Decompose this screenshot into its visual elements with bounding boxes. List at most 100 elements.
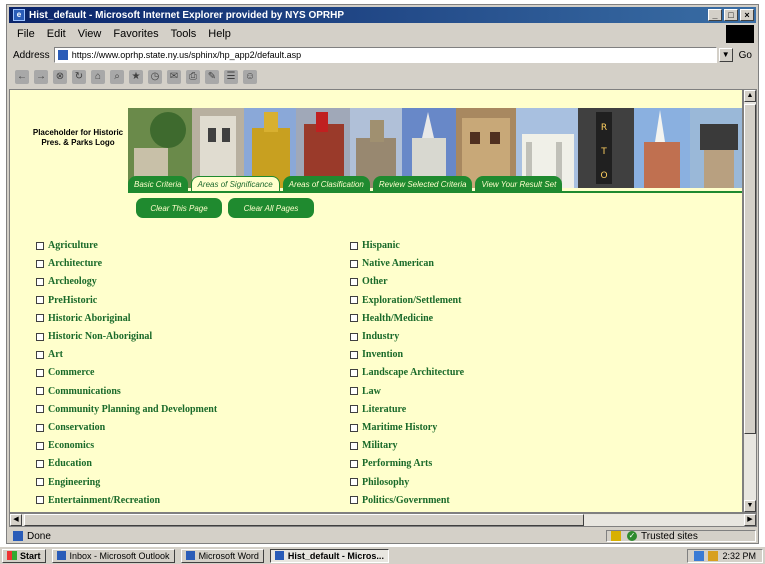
checkbox-item-law[interactable]: Law	[350, 386, 381, 397]
checkbox[interactable]	[350, 259, 358, 268]
taskbar-word[interactable]: Microsoft Word	[180, 548, 264, 563]
checkbox[interactable]	[36, 332, 44, 341]
checkbox[interactable]	[350, 277, 358, 286]
checkbox[interactable]	[36, 478, 44, 487]
checkbox-item-community-planning-and-development[interactable]: Community Planning and Development	[36, 404, 217, 415]
checkbox[interactable]	[36, 496, 44, 505]
favorites-icon[interactable]: ★	[129, 70, 143, 84]
checkbox-item-education[interactable]: Education	[36, 458, 92, 469]
checkbox-item-exploration-settlement[interactable]: Exploration/Settlement	[350, 295, 461, 306]
horizontal-scroll-thumb[interactable]	[24, 514, 584, 526]
menu-file[interactable]: File	[17, 28, 35, 40]
checkbox-item-invention[interactable]: Invention	[350, 349, 403, 360]
vertical-scrollbar[interactable]: ▲ ▼	[743, 89, 757, 513]
horizontal-scrollbar[interactable]: ◀ ▶	[9, 513, 757, 527]
tab-view-result-set[interactable]: View Your Result Set	[475, 176, 563, 192]
checkbox-item-entertainment-recreation[interactable]: Entertainment/Recreation	[36, 495, 160, 506]
checkbox-item-native-american[interactable]: Native American	[350, 258, 434, 269]
checkbox[interactable]	[350, 441, 358, 450]
taskbar-outlook[interactable]: Inbox - Microsoft Outlook	[51, 548, 175, 563]
address-dropdown-button[interactable]: ▼	[718, 48, 733, 62]
stop-icon[interactable]: ⊗	[53, 70, 67, 84]
checkbox[interactable]	[350, 241, 358, 250]
vertical-scroll-thumb[interactable]	[744, 104, 756, 434]
taskbar-ie[interactable]: Hist_default - Micros...	[269, 548, 389, 563]
checkbox-item-agriculture[interactable]: Agriculture	[36, 240, 98, 251]
checkbox[interactable]	[36, 368, 44, 377]
scroll-down-button[interactable]: ▼	[744, 500, 756, 512]
close-button[interactable]: ×	[740, 9, 754, 21]
scroll-up-button[interactable]: ▲	[744, 90, 756, 102]
mail-icon[interactable]: ✉	[167, 70, 181, 84]
checkbox-item-literature[interactable]: Literature	[350, 404, 406, 415]
checkbox-item-landscape-architecture[interactable]: Landscape Architecture	[350, 367, 464, 378]
checkbox[interactable]	[350, 423, 358, 432]
menu-view[interactable]: View	[78, 28, 102, 40]
menu-tools[interactable]: Tools	[171, 28, 197, 40]
checkbox[interactable]	[350, 296, 358, 305]
checkbox-item-politics-government[interactable]: Politics/Government	[350, 495, 450, 506]
tab-areas-of-clasification[interactable]: Areas of Clasification	[282, 176, 370, 192]
history-icon[interactable]: ◷	[148, 70, 162, 84]
checkbox[interactable]	[350, 387, 358, 396]
checkbox-item-hispanic[interactable]: Hispanic	[350, 240, 400, 251]
checkbox[interactable]	[36, 423, 44, 432]
checkbox[interactable]	[36, 350, 44, 359]
checkbox-item-communications[interactable]: Communications	[36, 386, 121, 397]
checkbox-item-conservation[interactable]: Conservation	[36, 422, 105, 433]
checkbox[interactable]	[36, 259, 44, 268]
checkbox[interactable]	[350, 368, 358, 377]
scroll-left-button[interactable]: ◀	[10, 514, 22, 526]
scroll-right-button[interactable]: ▶	[744, 514, 756, 526]
checkbox[interactable]	[350, 459, 358, 468]
search-icon[interactable]: ⌕	[110, 70, 124, 84]
checkbox-item-engineering[interactable]: Engineering	[36, 477, 100, 488]
checkbox[interactable]	[36, 277, 44, 286]
checkbox-item-historic-aboriginal[interactable]: Historic Aboriginal	[36, 313, 131, 324]
tab-areas-of-significance[interactable]: Areas of Significance	[190, 176, 280, 192]
checkbox-item-philosophy[interactable]: Philosophy	[350, 477, 409, 488]
checkbox[interactable]	[36, 405, 44, 414]
checkbox-item-military[interactable]: Military	[350, 440, 398, 451]
checkbox-item-health-medicine[interactable]: Health/Medicine	[350, 313, 433, 324]
checkbox-item-archeology[interactable]: Archeology	[36, 276, 97, 287]
checkbox-item-economics[interactable]: Economics	[36, 440, 94, 451]
clear-page-button[interactable]: Clear This Page	[136, 198, 222, 218]
checkbox[interactable]	[36, 441, 44, 450]
checkbox[interactable]	[350, 405, 358, 414]
forward-icon[interactable]: →	[34, 70, 48, 84]
menu-edit[interactable]: Edit	[47, 28, 66, 40]
checkbox-item-maritime-history[interactable]: Maritime History	[350, 422, 437, 433]
messenger-icon[interactable]: ☺	[243, 70, 257, 84]
start-button[interactable]: Start	[2, 548, 46, 563]
checkbox-item-historic-non-aboriginal[interactable]: Historic Non-Aboriginal	[36, 331, 152, 342]
checkbox[interactable]	[36, 296, 44, 305]
volume-icon[interactable]	[708, 550, 719, 561]
network-icon[interactable]	[694, 550, 705, 561]
checkbox-item-industry[interactable]: Industry	[350, 331, 399, 342]
home-icon[interactable]: ⌂	[91, 70, 105, 84]
print-icon[interactable]: ⎙	[186, 70, 200, 84]
checkbox-item-architecture[interactable]: Architecture	[36, 258, 102, 269]
maximize-button[interactable]: □	[724, 9, 738, 21]
checkbox[interactable]	[350, 478, 358, 487]
clear-all-button[interactable]: Clear All Pages	[228, 198, 314, 218]
checkbox[interactable]	[36, 314, 44, 323]
tab-review-selected-criteria[interactable]: Review Selected Criteria	[372, 176, 473, 192]
checkbox[interactable]	[36, 241, 44, 250]
checkbox[interactable]	[36, 459, 44, 468]
checkbox-item-prehistoric[interactable]: PreHistoric	[36, 295, 97, 306]
checkbox-item-performing-arts[interactable]: Performing Arts	[350, 458, 432, 469]
tab-basic-criteria[interactable]: Basic Criteria	[128, 176, 188, 192]
back-icon[interactable]: ←	[15, 70, 29, 84]
checkbox-item-commerce[interactable]: Commerce	[36, 367, 94, 378]
menu-help[interactable]: Help	[208, 28, 231, 40]
checkbox[interactable]	[350, 496, 358, 505]
go-button[interactable]: Go	[739, 50, 752, 61]
checkbox[interactable]	[350, 350, 358, 359]
discuss-icon[interactable]: ☰	[224, 70, 238, 84]
checkbox[interactable]	[350, 332, 358, 341]
checkbox-item-art[interactable]: Art	[36, 349, 63, 360]
checkbox[interactable]	[36, 387, 44, 396]
menu-favorites[interactable]: Favorites	[113, 28, 158, 40]
